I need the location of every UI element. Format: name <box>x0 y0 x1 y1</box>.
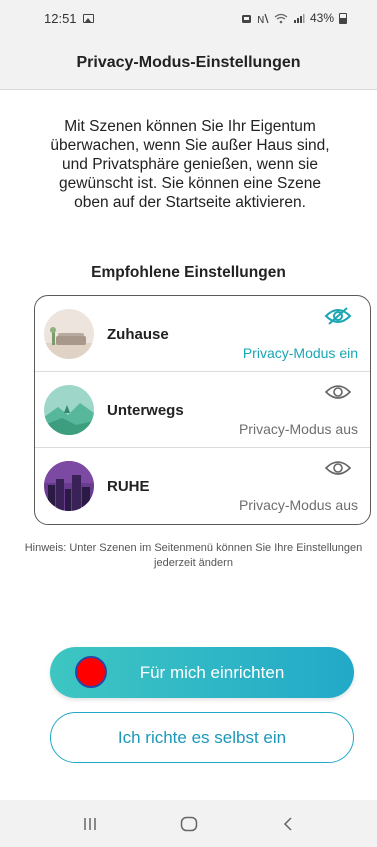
intro-text: Mit Szenen können Sie Ihr Eigentum überw… <box>50 118 330 211</box>
night-scene-thumbnail <box>44 461 94 511</box>
app-header: Privacy-Modus-Einstellungen <box>0 36 377 90</box>
status-left: 12:51 <box>44 11 94 26</box>
scene-row-unterwegs[interactable]: Unterwegs Privacy-Modus aus <box>35 372 370 448</box>
red-dot-marker <box>75 656 107 688</box>
gallery-icon <box>82 13 94 23</box>
home-icon <box>180 816 197 831</box>
setup-for-me-button[interactable]: Für mich einrichten <box>50 647 354 698</box>
signal-icon <box>293 13 305 23</box>
scene-name: RUHE <box>107 478 150 495</box>
away-scene-thumbnail <box>44 385 94 435</box>
back-icon <box>283 816 292 831</box>
home-scene-thumbnail <box>44 309 94 359</box>
setup-for-me-label: Für mich einrichten <box>139 662 285 682</box>
setup-myself-label: Ich richte es selbst ein <box>117 727 287 747</box>
scene-row-ruhe[interactable]: RUHE Privacy-Modus aus <box>35 448 370 524</box>
scene-name: Unterwegs <box>107 402 184 419</box>
section-title: Empfohlene Einstellungen <box>91 264 286 281</box>
status-bar: 12:51 N 43% <box>0 0 377 36</box>
hint-text: Hinweis: Unter Szenen im Seitenmenü könn… <box>24 542 363 569</box>
eye-slash-icon[interactable] <box>324 306 352 326</box>
scene-status: Privacy-Modus aus <box>238 497 358 513</box>
navigation-bar <box>0 800 377 847</box>
alarm-icon <box>241 14 251 23</box>
page-title: Privacy-Modus-Einstellungen <box>76 53 301 71</box>
status-right: N 43% <box>241 11 347 25</box>
battery-icon <box>339 12 347 24</box>
scene-status: Privacy-Modus aus <box>238 421 358 437</box>
setup-myself-button[interactable]: Ich richte es selbst ein <box>50 712 354 763</box>
eye-icon[interactable] <box>324 458 352 478</box>
scene-list: Zuhause Privacy-Modus ein Unterwegs Priv… <box>34 295 371 525</box>
eye-icon[interactable] <box>324 382 352 402</box>
scene-status: Privacy-Modus ein <box>242 345 358 361</box>
back-button[interactable] <box>268 809 308 839</box>
scene-row-zuhause[interactable]: Zuhause Privacy-Modus ein <box>35 296 370 372</box>
scene-name: Zuhause <box>107 326 169 343</box>
recent-apps-button[interactable] <box>70 809 110 839</box>
status-time: 12:51 <box>44 10 77 26</box>
battery-percent: 43% <box>309 11 334 25</box>
wifi-icon <box>274 13 288 23</box>
recent-apps-icon <box>83 817 96 830</box>
home-button[interactable] <box>169 809 209 839</box>
mute-icon: N <box>257 13 269 24</box>
svg-text:N: N <box>257 15 264 24</box>
